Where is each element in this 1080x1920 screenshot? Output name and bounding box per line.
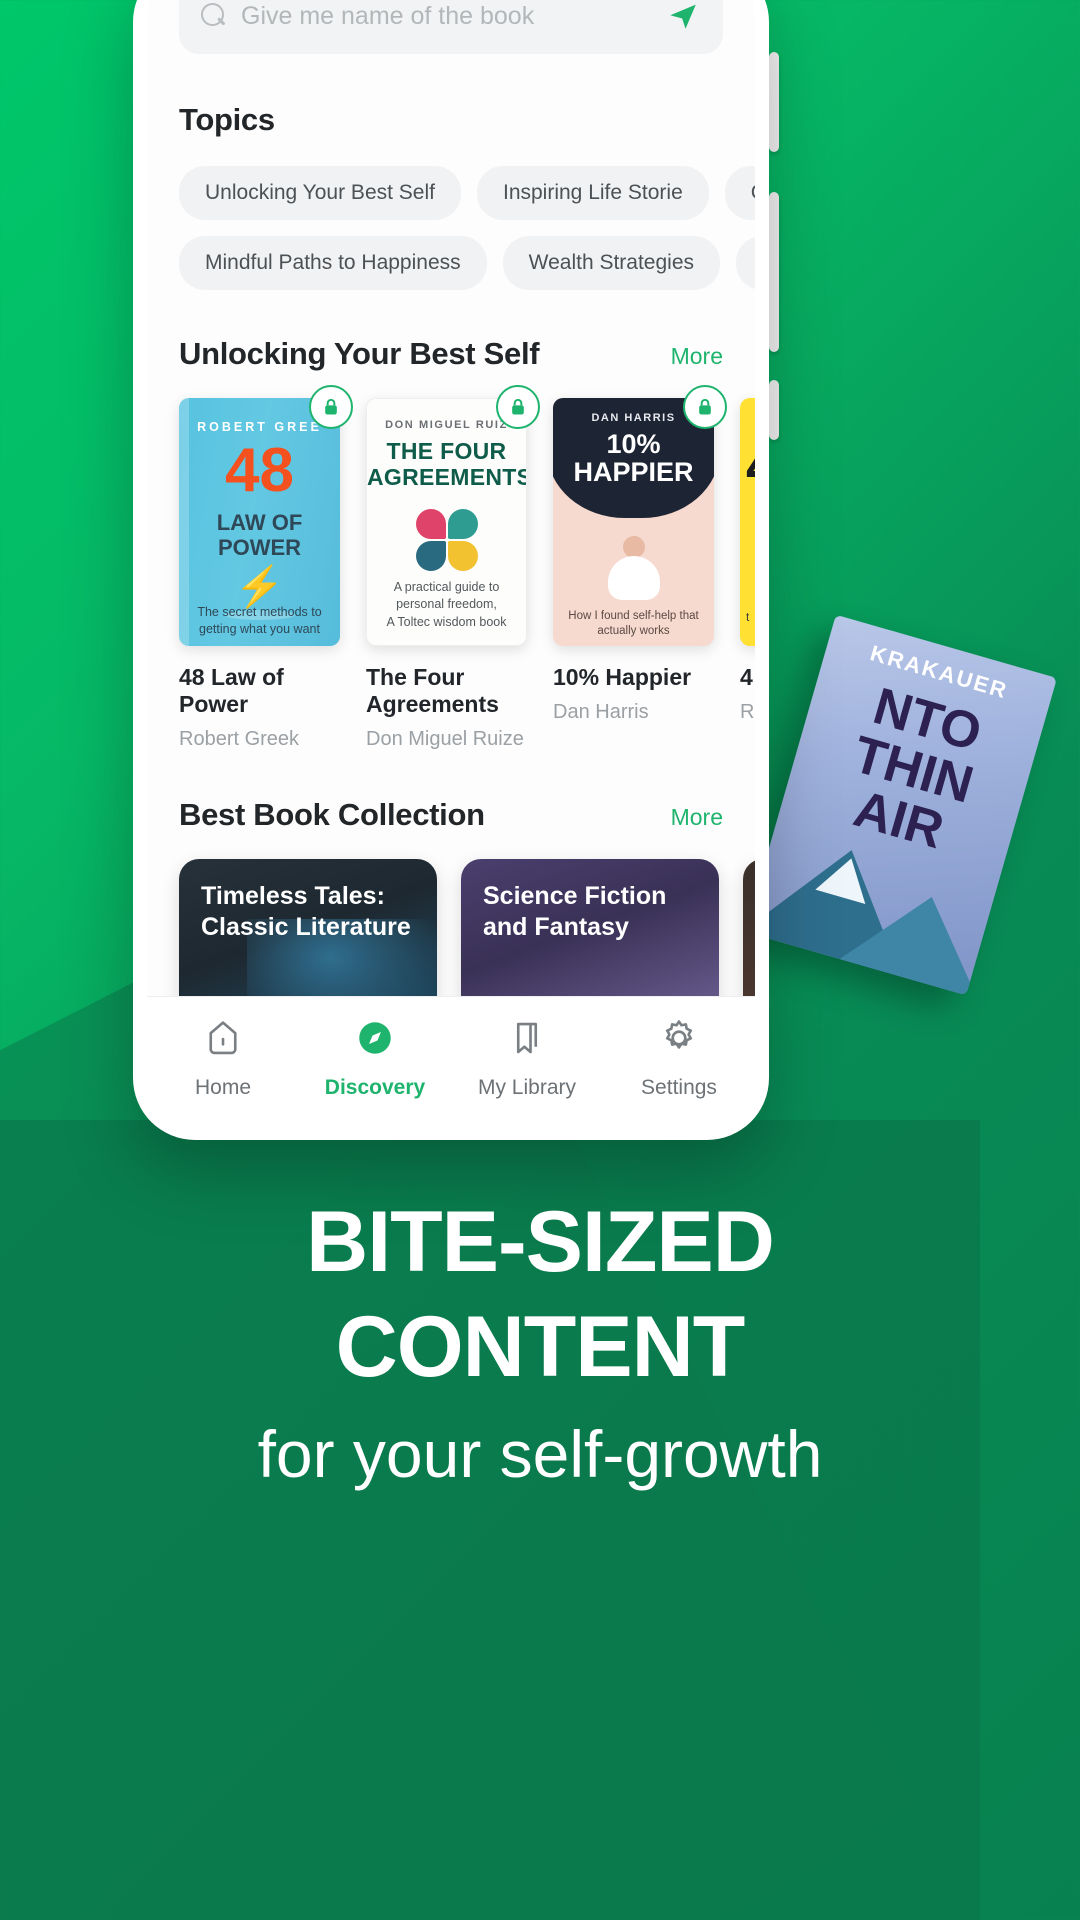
book-cover[interactable]: DAN HARRIS 10% HAPPIER How I found self-… <box>553 398 714 646</box>
search-bar[interactable] <box>179 0 723 54</box>
flower-illustration <box>415 509 478 571</box>
phone-button-power <box>769 380 779 440</box>
book-carousel[interactable]: ROBERT GREE 48 LAW OF POWER ⚡ The secret… <box>179 385 755 751</box>
book-cover[interactable]: DON MIGUEL RUIZ THE FOUR AGREEMENTS A pr… <box>366 398 527 646</box>
nav-item-home[interactable]: Home <box>147 1017 299 1100</box>
bookmarks-icon <box>506 1017 548 1064</box>
book-author: Ro <box>740 701 755 724</box>
section-header-collection: Best Book Collection More <box>179 797 723 833</box>
cover-subtitle: The secret methods to getting what you w… <box>197 605 322 637</box>
book-cover[interactable]: ROBERT GREE 48 LAW OF POWER ⚡ The secret… <box>179 398 340 646</box>
cover-subtitle: t <box>746 610 750 624</box>
book-title: 4 <box>740 664 753 690</box>
book-cover[interactable]: 4 t <box>740 398 755 646</box>
compass-icon <box>354 1017 396 1064</box>
app-content: Topics Unlocking Your Best Self Inspirin… <box>147 0 755 1070</box>
send-icon[interactable] <box>661 0 705 38</box>
book-card[interactable]: DON MIGUEL RUIZ THE FOUR AGREEMENTS A pr… <box>366 385 540 751</box>
nav-item-my-library[interactable]: My Library <box>451 1017 603 1100</box>
cover-title: THE FOUR AGREEMENTS <box>367 438 527 490</box>
more-link[interactable]: More <box>671 343 723 370</box>
promo-line-3: for your self-growth <box>257 1416 823 1491</box>
bottom-navigation: Home Discovery My Library Settings <box>147 996 755 1126</box>
book-title: 10% Happier <box>553 664 692 690</box>
book-card[interactable]: 4 t 4 Ro <box>740 398 755 751</box>
cover-subtitle: A practical guide to personal freedom, A… <box>386 579 507 629</box>
cover-subtitle: How I found self-help that actually work… <box>568 609 699 638</box>
section-title: Unlocking Your Best Self <box>179 336 540 371</box>
promo-line-2: CONTENT <box>335 1298 746 1395</box>
section-title: Best Book Collection <box>179 797 485 833</box>
topic-chip[interactable]: Wealth Strategies <box>502 236 721 290</box>
book-card[interactable]: DAN HARRIS 10% HAPPIER How I found self-… <box>553 385 727 751</box>
topic-chip[interactable]: Mindful Paths to Happiness <box>179 236 487 290</box>
nav-item-discovery[interactable]: Discovery <box>299 1017 451 1100</box>
phone-button-mute <box>769 52 779 152</box>
promo-line-1: BITE-SIZED <box>306 1194 775 1290</box>
nav-item-settings[interactable]: Settings <box>603 1017 755 1100</box>
cover-title: LAW OF POWER <box>216 510 303 561</box>
phone-button-volume <box>769 192 779 352</box>
collection-title: Science Fiction and Fantasy <box>483 882 667 942</box>
phone-screen: Topics Unlocking Your Best Self Inspirin… <box>147 0 755 1126</box>
book-title: 48 Law of Power <box>179 664 284 718</box>
topics-heading-row: Topics <box>179 102 723 138</box>
floating-book-cover: KRAKAUER NTO THIN AIR <box>744 614 1058 996</box>
cover-title: 10% HAPPIER <box>573 429 694 488</box>
more-link[interactable]: More <box>671 804 723 831</box>
nav-label: Discovery <box>324 1076 426 1099</box>
nav-label: My Library <box>477 1076 577 1099</box>
meditating-person-illustration <box>607 536 660 600</box>
collection-title: Timeless Tales: Classic Literature <box>201 882 411 942</box>
topic-chip[interactable]: Cl <box>724 166 755 220</box>
topic-chip[interactable] <box>736 236 755 290</box>
nav-label: Home <box>194 1076 252 1099</box>
nav-label: Settings <box>641 1076 717 1099</box>
book-author: Robert Greek <box>179 728 300 751</box>
promo-headline: BITE-SIZED CONTENT for your self-growth <box>0 1190 1080 1498</box>
lightning-bolt-icon: ⚡ <box>234 565 285 609</box>
cover-number: 48 <box>225 436 294 505</box>
gear-icon <box>658 1017 700 1064</box>
topic-chip-list: Unlocking Your Best Self Inspiring Life … <box>179 166 755 290</box>
phone-mockup: Topics Unlocking Your Best Self Inspirin… <box>133 0 769 1140</box>
book-card[interactable]: ROBERT GREE 48 LAW OF POWER ⚡ The secret… <box>179 385 353 751</box>
search-icon <box>201 3 227 29</box>
home-icon <box>202 1017 244 1064</box>
book-author: Don Miguel Ruize <box>366 728 524 751</box>
section-header-unlocking: Unlocking Your Best Self More <box>179 336 723 372</box>
search-input[interactable] <box>241 1 647 31</box>
lock-icon[interactable] <box>496 385 540 429</box>
cover-title: 4 <box>746 432 755 499</box>
topic-chip[interactable]: Unlocking Your Best Self <box>179 166 461 220</box>
lock-icon[interactable] <box>683 385 727 429</box>
book-author: Dan Harris <box>553 701 649 724</box>
lock-icon[interactable] <box>309 385 353 429</box>
book-title: The Four Agreements <box>366 664 499 718</box>
topics-title: Topics <box>179 102 275 137</box>
topic-chip[interactable]: Inspiring Life Storie <box>476 166 709 220</box>
